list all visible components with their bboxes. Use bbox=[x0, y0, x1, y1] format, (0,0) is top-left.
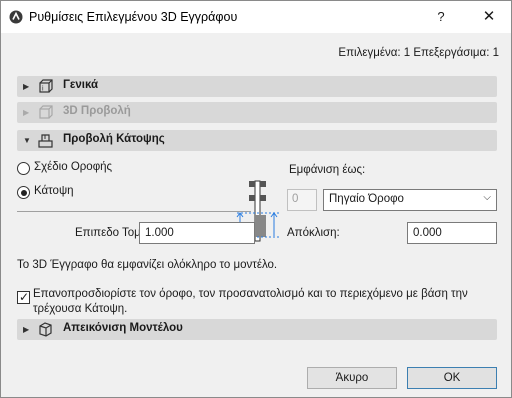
section-general[interactable]: ▶ i Γενικά bbox=[17, 76, 497, 97]
chevron-down-icon: ▼ bbox=[23, 136, 31, 145]
chevron-right-icon: ▶ bbox=[23, 108, 30, 117]
checkmark-icon: ✓ bbox=[19, 290, 30, 304]
radio-ceiling-plan-circle[interactable] bbox=[17, 162, 30, 175]
cube-icon bbox=[39, 322, 52, 337]
divider bbox=[17, 211, 251, 212]
chevron-down-icon: ⌵ bbox=[483, 192, 491, 203]
reposition-checkbox[interactable]: ✓ bbox=[17, 290, 30, 304]
cube-3d-icon bbox=[39, 105, 53, 119]
cut-plane-input[interactable] bbox=[139, 222, 255, 244]
section-floor-plan-label: Προβολή Κάτοψης bbox=[63, 133, 165, 145]
section-general-label: Γενικά bbox=[63, 79, 99, 91]
settings-dialog: Ρυθμίσεις Επιλεγμένου 3D Εγγράφου ? ✕ Επ… bbox=[0, 0, 512, 398]
section-floor-plan-view[interactable]: ▼ Προβολή Κάτοψης bbox=[17, 130, 497, 151]
selection-info: Επιλεγμένα: 1 Επεξεργάσιμα: 1 bbox=[338, 47, 499, 59]
general-settings-icon: i bbox=[39, 79, 53, 93]
section-model-display-label: Απεικόνιση Μοντέλου bbox=[63, 322, 183, 334]
help-button[interactable]: ? bbox=[429, 6, 453, 28]
cancel-button[interactable]: Άκυρο bbox=[307, 367, 397, 389]
title-bar: Ρυθμίσεις Επιλεγμένου 3D Εγγράφου ? ✕ bbox=[1, 1, 511, 33]
archicad-icon bbox=[9, 10, 23, 24]
info-message: Το 3D Έγγραφο θα εμφανίζει ολόκληρο το μ… bbox=[17, 259, 278, 271]
offset-label: Απόκλιση: bbox=[287, 227, 340, 239]
window-title: Ρυθμίσεις Επιλεγμένου 3D Εγγράφου bbox=[29, 10, 238, 24]
chevron-right-icon: ▶ bbox=[23, 82, 30, 91]
reposition-checkbox-label[interactable]: Επανοπροσδιορίστε τον όροφο, τον προσανα… bbox=[33, 287, 503, 317]
offset-input[interactable] bbox=[407, 222, 497, 244]
show-to-number-field: 0 bbox=[287, 189, 317, 211]
close-button[interactable]: ✕ bbox=[475, 6, 503, 28]
section-3d-view-label: 3D Προβολή bbox=[63, 105, 131, 117]
radio-floor-plan-label: Κάτοψη bbox=[34, 185, 74, 197]
section-model-display[interactable]: ▶ Απεικόνιση Μοντέλου bbox=[17, 319, 497, 340]
radio-ceiling-plan-label: Σχέδιο Οροφής bbox=[34, 161, 113, 173]
show-to-label: Εμφάνιση έως: bbox=[289, 164, 366, 176]
show-to-select[interactable]: Πηγαίο Όροφο ⌵ bbox=[323, 189, 497, 211]
section-3d-view: ▶ 3D Προβολή bbox=[17, 102, 497, 123]
ok-button[interactable]: OK bbox=[407, 367, 497, 389]
floor-plan-icon bbox=[38, 134, 53, 148]
radio-floor-plan-circle[interactable] bbox=[17, 186, 30, 199]
chevron-right-icon: ▶ bbox=[23, 325, 30, 334]
show-to-select-value: Πηγαίο Όροφο bbox=[329, 193, 404, 205]
